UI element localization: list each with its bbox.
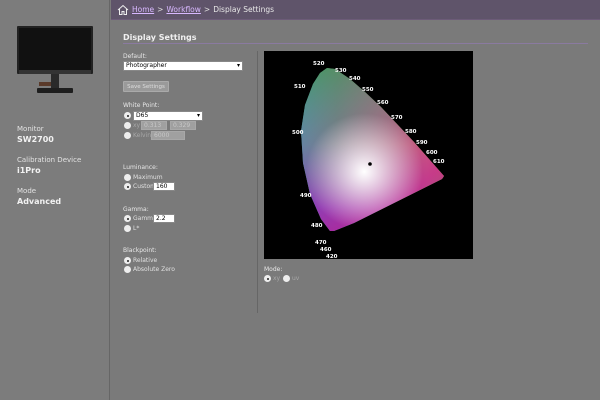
blackpoint-relative-radio[interactable] xyxy=(124,257,131,264)
mode-value: Advanced xyxy=(17,197,62,206)
save-settings-button[interactable]: Save Settings xyxy=(123,81,169,92)
luminance-custom-radio[interactable] xyxy=(124,183,131,190)
luminance-label: Luminance: xyxy=(123,164,158,171)
default-label: Default: xyxy=(123,53,147,60)
wavelength-label: 540 xyxy=(349,76,361,82)
monitor-label: Monitor xyxy=(17,125,44,133)
luminance-maximum-radio[interactable] xyxy=(124,174,131,181)
wavelength-label: 490 xyxy=(300,193,312,199)
mode-xy-radio[interactable] xyxy=(264,275,271,282)
wavelength-label: 550 xyxy=(362,87,374,93)
wavelength-label: 520 xyxy=(313,61,325,67)
luminance-custom-input[interactable]: 160 xyxy=(153,182,175,191)
white-point-xy-label: xy xyxy=(133,122,141,129)
calibration-info: Calibration Device i1Pro xyxy=(17,156,81,175)
white-point-x-input[interactable]: 0.313 xyxy=(141,121,167,130)
breadcrumb-separator: > xyxy=(157,5,164,14)
blackpoint-absolute-label: Absolute Zero xyxy=(133,266,175,273)
wavelength-label: 500 xyxy=(292,130,304,136)
white-point-xy-radio[interactable] xyxy=(124,122,131,129)
sidebar: Monitor SW2700 Calibration Device i1Pro … xyxy=(0,0,110,400)
mode-xy-label: xy xyxy=(273,275,281,282)
gamma-lstar-radio[interactable] xyxy=(124,225,131,232)
gamma-custom-radio[interactable] xyxy=(124,215,131,222)
blackpoint-absolute-radio[interactable] xyxy=(124,266,131,273)
white-point-y-input[interactable]: 0.329 xyxy=(170,121,196,130)
gamma-custom-input[interactable]: 2.2 xyxy=(153,214,175,223)
white-point-kelvin-label: Kelvin xyxy=(133,132,152,139)
page-title: Display Settings xyxy=(123,33,197,42)
white-point-kelvin-input[interactable]: 6000 xyxy=(151,131,185,140)
mode-info: Mode Advanced xyxy=(17,187,61,206)
chevron-down-icon: ▾ xyxy=(236,62,240,69)
white-point-label: White Point: xyxy=(123,102,160,109)
wavelength-label: 470 xyxy=(315,240,327,246)
gamma-lstar-label: L* xyxy=(133,225,140,232)
wavelength-label: 510 xyxy=(294,84,306,90)
white-point-select[interactable]: D65 ▾ xyxy=(133,111,203,121)
mode-uv-radio[interactable] xyxy=(283,275,290,282)
calibration-label: Calibration Device xyxy=(17,156,82,164)
mode-label: Mode xyxy=(17,187,37,195)
breadcrumb-separator: > xyxy=(203,5,211,14)
wavelength-label: 480 xyxy=(311,223,323,229)
white-point-kelvin-radio[interactable] xyxy=(124,132,131,139)
chevron-down-icon: ▾ xyxy=(196,112,200,119)
default-select[interactable]: Photographer ▾ xyxy=(123,61,243,71)
title-divider xyxy=(123,43,588,44)
white-point-select-value: D65 xyxy=(136,112,149,119)
main-content: Display Settings Default: Photographer ▾… xyxy=(111,21,600,400)
wavelength-label: 420 xyxy=(326,254,338,259)
blackpoint-label: Blackpoint: xyxy=(123,247,157,254)
mode-toggle-label: Mode: xyxy=(264,266,283,273)
wavelength-label: 590 xyxy=(416,140,428,146)
mode-uv-label: uv xyxy=(292,275,300,282)
wavelength-label: 560 xyxy=(377,100,389,106)
column-divider xyxy=(257,51,258,313)
wavelength-label: 460 xyxy=(320,247,332,253)
breadcrumb-current: Display Settings xyxy=(213,5,274,14)
breadcrumb: Home > Workflow > Display Settings xyxy=(111,0,600,20)
blackpoint-relative-label: Relative xyxy=(133,257,158,264)
breadcrumb-home-link[interactable]: Home xyxy=(132,5,154,14)
wavelength-label: 580 xyxy=(405,129,417,135)
cie-gamut-diagram: 520 530 540 550 560 570 580 590 600 610 … xyxy=(264,51,473,259)
white-point-preset-radio[interactable] xyxy=(124,112,131,119)
wavelength-label: 530 xyxy=(335,68,347,74)
monitor-image xyxy=(17,26,93,93)
wavelength-label: 610 xyxy=(433,159,445,165)
gamma-label: Gamma: xyxy=(123,206,149,213)
luminance-maximum-label: Maximum xyxy=(133,174,163,181)
home-icon[interactable] xyxy=(117,4,129,16)
white-point-marker xyxy=(368,162,372,166)
monitor-info: Monitor SW2700 xyxy=(17,125,54,144)
monitor-value: SW2700 xyxy=(17,135,54,144)
wavelength-label: 570 xyxy=(391,115,403,121)
calibration-value: i1Pro xyxy=(17,166,41,175)
wavelength-label: 600 xyxy=(426,150,438,156)
breadcrumb-workflow-link[interactable]: Workflow xyxy=(166,5,200,14)
default-select-value: Photographer xyxy=(126,62,167,69)
